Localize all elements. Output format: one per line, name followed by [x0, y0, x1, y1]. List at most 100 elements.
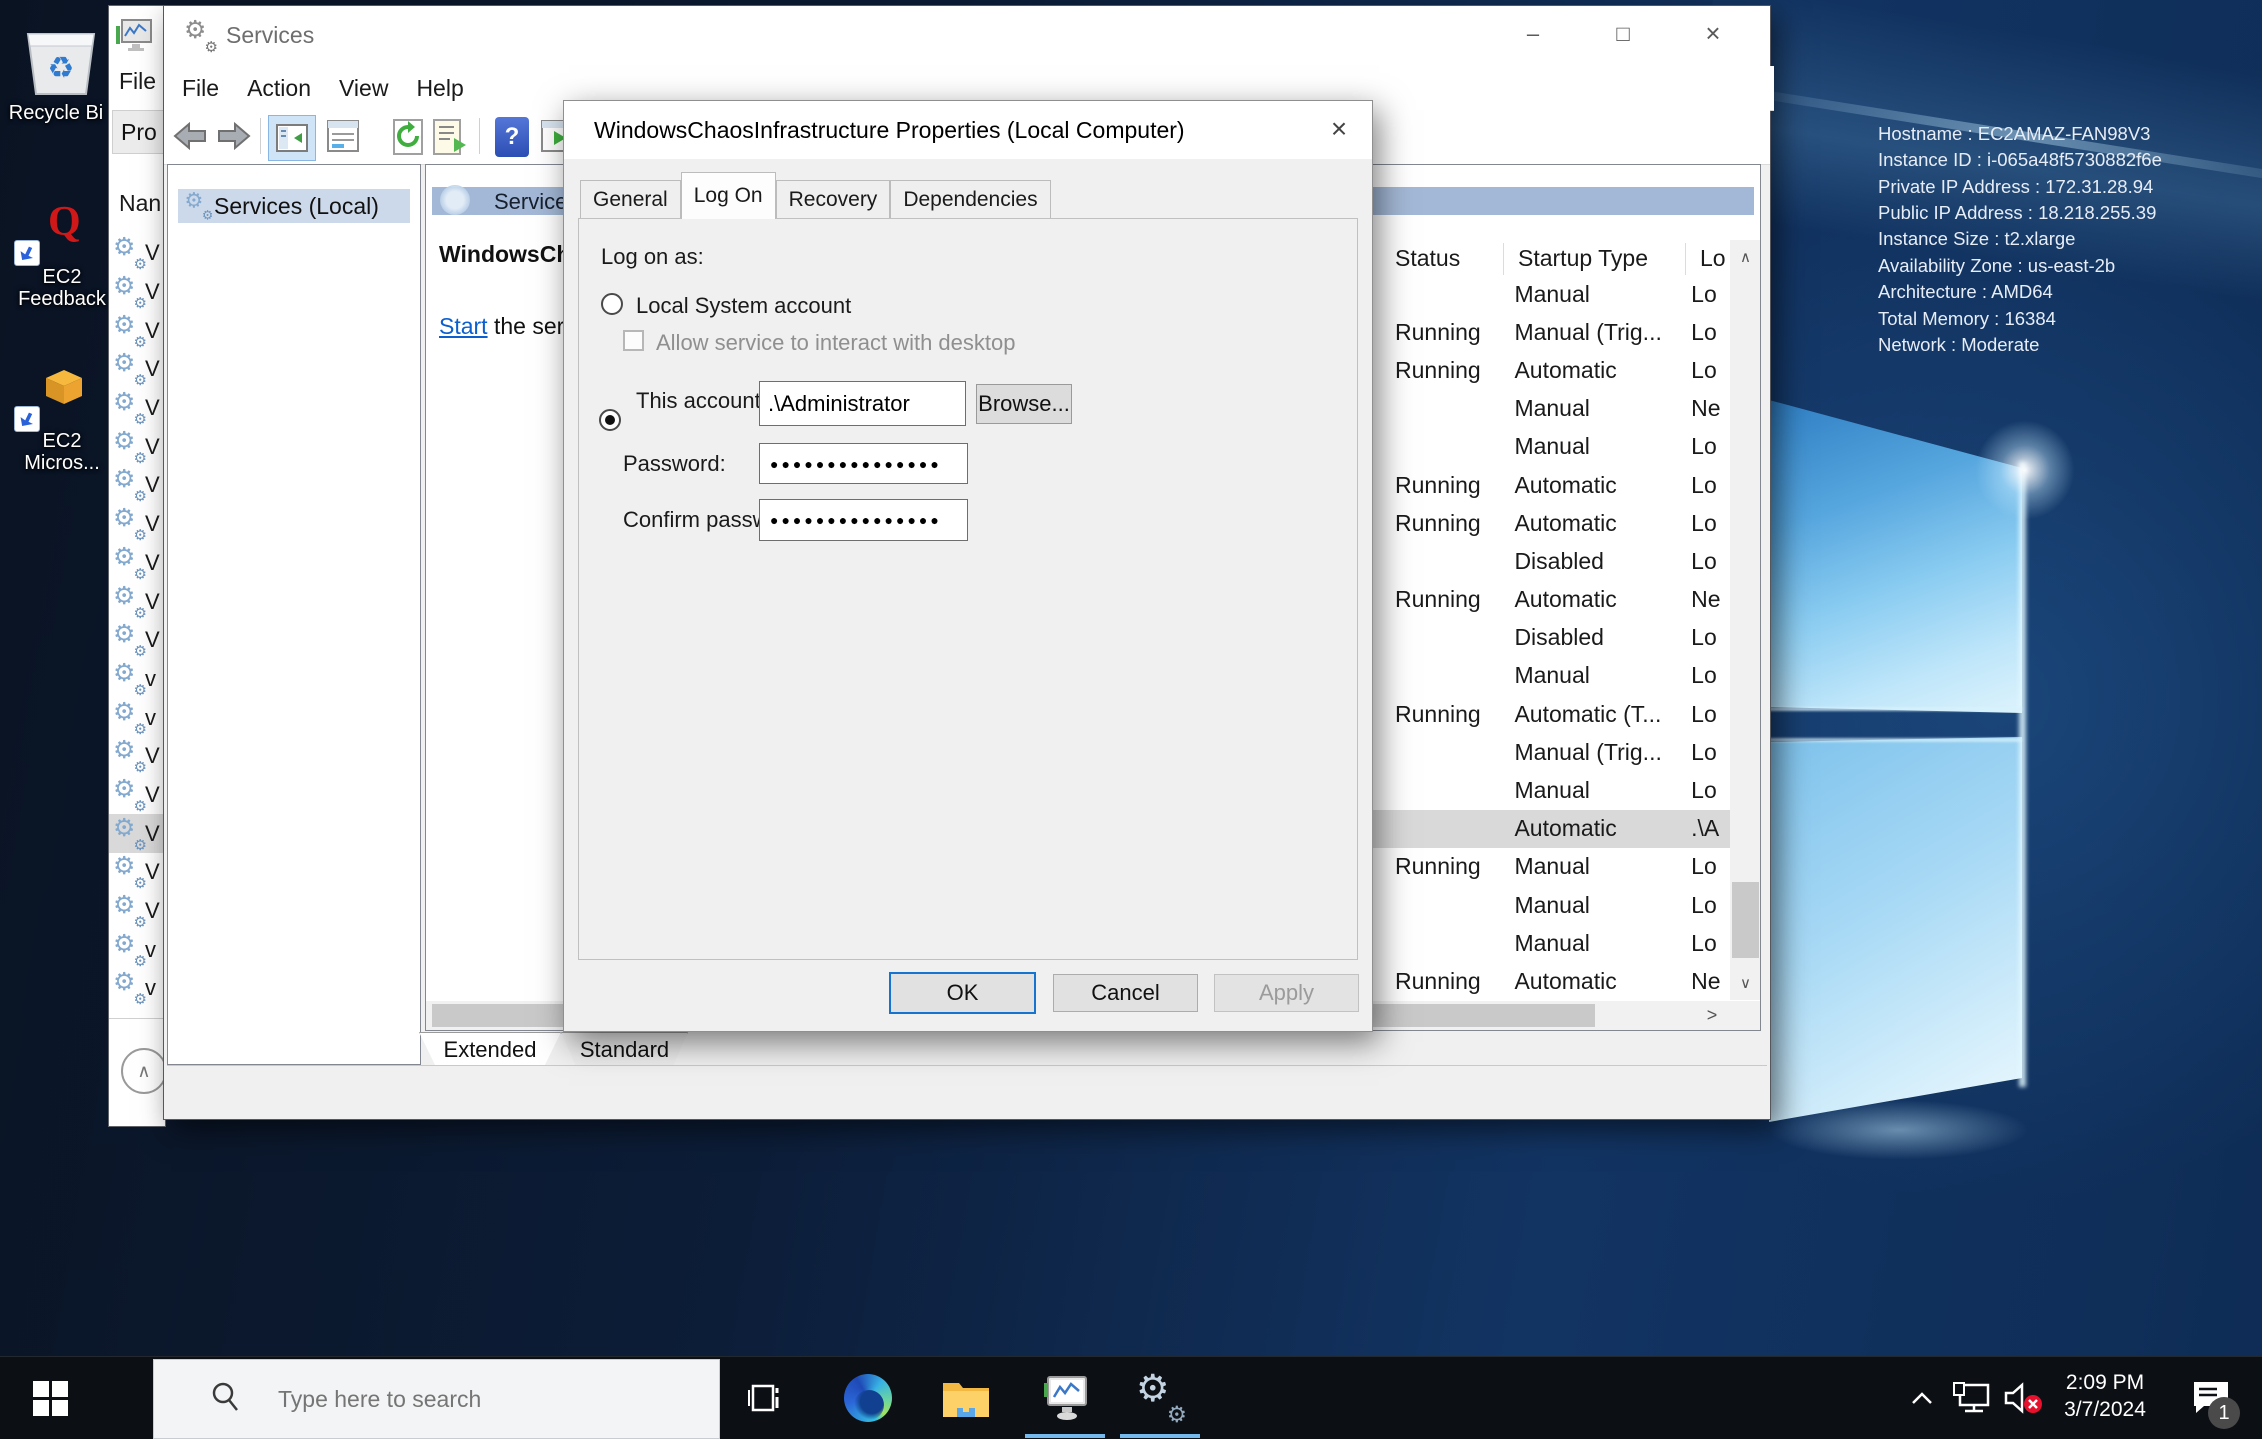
background-window-pro-tab[interactable]: Pro: [112, 110, 164, 154]
background-window-file-menu[interactable]: File: [108, 68, 166, 95]
help-button[interactable]: ?: [495, 117, 529, 157]
service-row[interactable]: Manual Lo: [1373, 275, 1730, 313]
background-service-row[interactable]: ⚙⚙ V: [109, 350, 165, 389]
background-service-row[interactable]: ⚙⚙ V: [109, 234, 165, 273]
dialog-close-button[interactable]: ×: [1316, 109, 1362, 149]
service-row[interactable]: Manual (Trig... Lo: [1373, 733, 1730, 771]
ok-button[interactable]: OK: [889, 972, 1036, 1014]
background-service-row[interactable]: ⚙⚙ V: [109, 892, 165, 931]
column-header-logon-as[interactable]: Lo: [1700, 245, 1726, 272]
start-button[interactable]: [0, 1357, 100, 1439]
menu-action[interactable]: Action: [233, 75, 325, 102]
tab-log-on[interactable]: Log On: [681, 172, 776, 219]
menu-help[interactable]: Help: [402, 75, 477, 102]
background-service-row[interactable]: ⚙⚙ V: [109, 273, 165, 312]
tree-item-services-local[interactable]: ⚙⚙ Services (Local): [178, 189, 410, 223]
service-row[interactable]: Manual Lo: [1373, 771, 1730, 809]
maximize-button[interactable]: □: [1593, 6, 1653, 61]
cancel-button[interactable]: Cancel: [1053, 974, 1198, 1012]
edge-browser-icon[interactable]: [840, 1357, 896, 1439]
tab-recovery[interactable]: Recovery: [776, 180, 891, 218]
service-row[interactable]: Manual Lo: [1373, 886, 1730, 924]
start-service-link[interactable]: Start: [439, 313, 488, 339]
tab-standard[interactable]: Standard: [561, 1032, 688, 1067]
password-input[interactable]: ●●●●●●●●●●●●●●●: [759, 443, 968, 484]
background-service-row[interactable]: ⚙⚙ v: [109, 930, 165, 969]
properties-button[interactable]: [326, 119, 360, 158]
network-icon[interactable]: [1946, 1357, 1998, 1439]
background-service-row[interactable]: ⚙⚙ V: [109, 621, 165, 660]
background-service-row[interactable]: ⚙⚙ V: [109, 853, 165, 892]
tab-extended[interactable]: Extended: [419, 1032, 561, 1067]
file-explorer-icon[interactable]: [938, 1357, 994, 1439]
refresh-button[interactable]: [390, 118, 426, 161]
service-row[interactable]: Running Automatic (T... Lo: [1373, 695, 1730, 733]
background-service-list[interactable]: ⚙⚙ V ⚙⚙ V ⚙⚙ V ⚙⚙ V ⚙⚙ V: [109, 234, 165, 1008]
menu-file[interactable]: File: [168, 75, 233, 102]
service-row[interactable]: Running Automatic Lo: [1373, 466, 1730, 504]
tab-general[interactable]: General: [580, 180, 681, 218]
scroll-down-button[interactable]: ∨: [1730, 966, 1761, 1000]
background-service-row[interactable]: ⚙⚙ V: [109, 427, 165, 466]
service-row[interactable]: Manual Lo: [1373, 924, 1730, 962]
account-input[interactable]: [759, 381, 966, 426]
search-input[interactable]: [276, 1385, 719, 1414]
service-row[interactable]: Manual Lo: [1373, 657, 1730, 695]
this-account-radio[interactable]: [599, 409, 621, 431]
background-service-row[interactable]: ⚙⚙ V: [109, 466, 165, 505]
back-button[interactable]: [172, 120, 208, 157]
interact-desktop-checkbox[interactable]: [623, 330, 644, 351]
dialog-titlebar[interactable]: WindowsChaosInfrastructure Properties (L…: [564, 101, 1372, 159]
services-titlebar[interactable]: ⚙⚙ Services – □ ×: [164, 6, 1770, 66]
service-row[interactable]: Running Manual Lo: [1373, 848, 1730, 886]
browse-button[interactable]: Browse...: [976, 384, 1072, 424]
taskbar-search[interactable]: [153, 1359, 720, 1439]
tray-expand-chevron[interactable]: [1898, 1357, 1946, 1439]
confirm-password-input[interactable]: ●●●●●●●●●●●●●●●: [759, 499, 968, 541]
scroll-to-top-button[interactable]: ∧: [121, 1048, 166, 1094]
background-service-row[interactable]: ⚙⚙ V: [109, 311, 165, 350]
services-list[interactable]: Manual Lo Running Manual (Trig... Lo Run…: [1373, 275, 1730, 1001]
services-app-taskbar-icon[interactable]: ⚙⚙: [1130, 1357, 1190, 1439]
task-view-button[interactable]: [733, 1357, 797, 1439]
column-header-startup-type[interactable]: Startup Type: [1518, 245, 1648, 272]
background-service-row[interactable]: ⚙⚙ V: [109, 814, 165, 853]
clock[interactable]: 2:09 PM 3/7/2024: [2046, 1369, 2164, 1423]
column-header-status[interactable]: Status: [1395, 245, 1460, 272]
action-center-icon[interactable]: 1: [2180, 1357, 2242, 1439]
background-service-row[interactable]: ⚙⚙ V: [109, 389, 165, 428]
close-button[interactable]: ×: [1683, 6, 1743, 61]
background-name-column-header[interactable]: Nan: [119, 190, 161, 217]
export-list-button[interactable]: [432, 118, 472, 161]
service-row[interactable]: Manual Lo: [1373, 428, 1730, 466]
performance-monitor-icon[interactable]: [1036, 1357, 1092, 1439]
minimize-button[interactable]: –: [1503, 6, 1563, 61]
service-row[interactable]: Disabled Lo: [1373, 542, 1730, 580]
background-service-row[interactable]: ⚙⚙ V: [109, 582, 165, 621]
show-console-tree-button[interactable]: [268, 115, 316, 161]
service-row[interactable]: Disabled Lo: [1373, 619, 1730, 657]
forward-button[interactable]: [216, 120, 252, 157]
service-row[interactable]: Automatic .\A: [1373, 810, 1730, 848]
background-service-row[interactable]: ⚙⚙ V: [109, 505, 165, 544]
background-service-row[interactable]: ⚙⚙ v: [109, 969, 165, 1008]
local-system-radio[interactable]: [601, 293, 623, 315]
tab-dependencies[interactable]: Dependencies: [890, 180, 1050, 218]
local-system-label[interactable]: Local System account: [636, 293, 851, 319]
column-separator[interactable]: [1503, 243, 1504, 275]
vertical-scrollbar-track[interactable]: [1730, 274, 1761, 966]
menu-view[interactable]: View: [325, 75, 402, 102]
background-service-row[interactable]: ⚙⚙ v: [109, 698, 165, 737]
scroll-right-button[interactable]: >: [1694, 1001, 1730, 1030]
background-service-row[interactable]: ⚙⚙ V: [109, 776, 165, 815]
this-account-label[interactable]: This account:: [636, 388, 767, 414]
service-row[interactable]: Running Automatic Lo: [1373, 351, 1730, 389]
background-service-row[interactable]: ⚙⚙ v: [109, 660, 165, 699]
column-separator[interactable]: [1685, 243, 1686, 275]
service-row[interactable]: Running Manual (Trig... Lo: [1373, 313, 1730, 351]
background-console-window[interactable]: File Pro Nan ⚙⚙ V ⚙⚙ V ⚙⚙ V ⚙⚙ V: [108, 5, 166, 1127]
service-row[interactable]: Manual Ne: [1373, 390, 1730, 428]
background-service-row[interactable]: ⚙⚙ V: [109, 544, 165, 583]
vertical-scrollbar-thumb[interactable]: [1732, 882, 1759, 958]
background-service-row[interactable]: ⚙⚙ V: [109, 737, 165, 776]
